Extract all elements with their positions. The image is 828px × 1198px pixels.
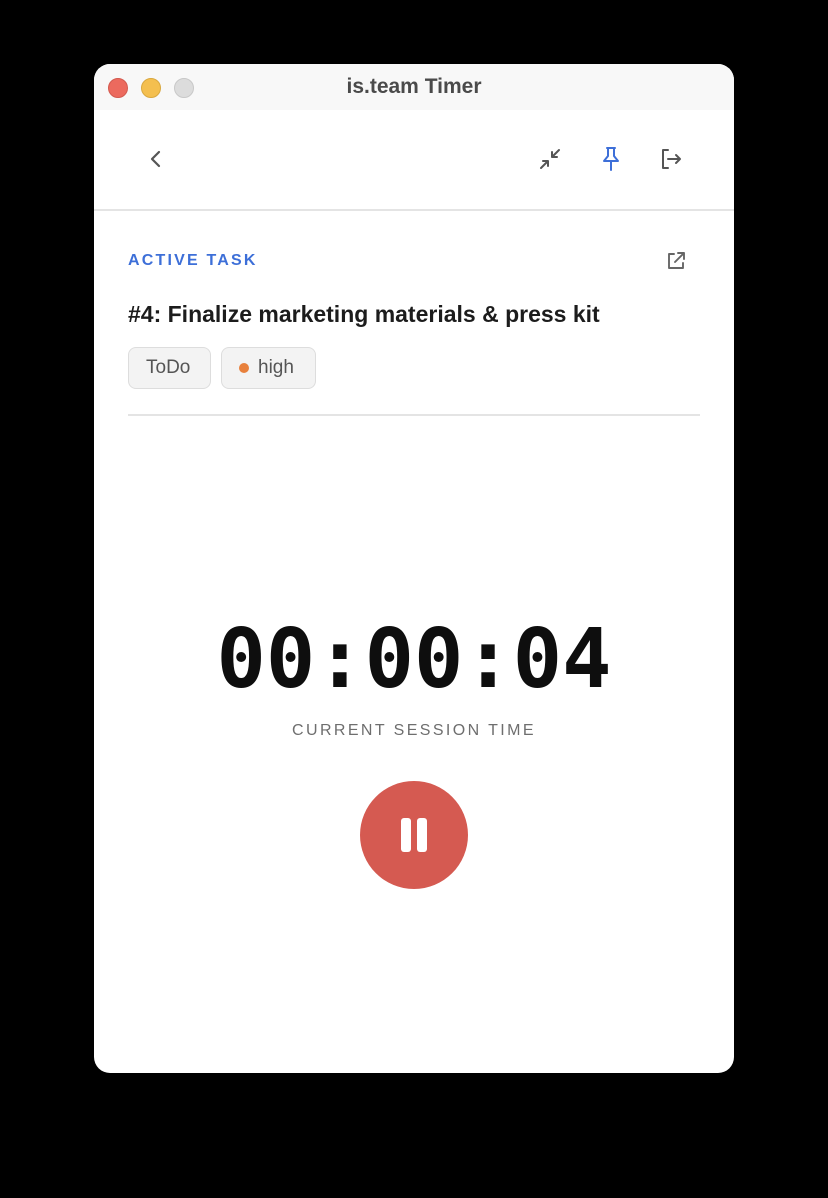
session-timer: 00:00:04	[216, 612, 612, 707]
task-title: #4: Finalize marketing materials & press…	[128, 301, 600, 327]
window-title: is.team Timer	[346, 75, 482, 98]
pause-icon	[401, 818, 427, 852]
logout-button[interactable]	[654, 142, 688, 176]
session-timer-label: CURRENT SESSION TIME	[292, 722, 536, 739]
compact-view-button[interactable]	[533, 142, 567, 176]
external-link-icon	[668, 252, 685, 269]
back-button[interactable]	[139, 142, 173, 176]
priority-badge[interactable]: high	[221, 347, 316, 389]
timer-window: is.team Timer ACTIVE TASK #4: Finalize m…	[94, 64, 734, 1073]
pause-button[interactable]	[360, 781, 468, 889]
open-task-button[interactable]	[664, 249, 688, 273]
status-badge[interactable]: ToDo	[128, 347, 211, 389]
logout-icon	[662, 149, 681, 169]
pin-window-button[interactable]	[594, 142, 628, 176]
title-bar: is.team Timer	[94, 64, 734, 110]
toolbar	[94, 110, 734, 211]
chevron-left-icon	[150, 150, 161, 168]
active-task-label: ACTIVE TASK	[128, 252, 258, 269]
priority-badge-label: high	[258, 357, 294, 378]
priority-dot-icon	[239, 363, 249, 373]
status-badge-label: ToDo	[146, 357, 191, 378]
active-task-card: ACTIVE TASK #4: Finalize marketing mater…	[128, 211, 700, 416]
pin-icon	[603, 147, 619, 171]
minimize-arrows-icon	[540, 149, 560, 169]
